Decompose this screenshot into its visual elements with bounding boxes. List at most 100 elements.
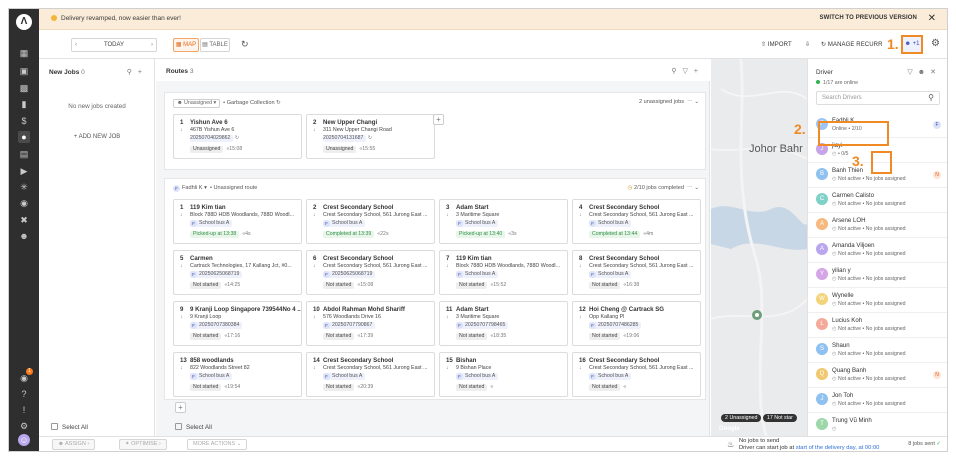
location-pin-icon: ↓ [313, 212, 316, 218]
start-day-link[interactable]: start of the delivery day, at 00:00 [796, 445, 880, 451]
map-area[interactable]: Johor Bahr 2 Unassigned 17 Not star Goog… [711, 59, 807, 436]
add-user-icon[interactable]: ☻ [918, 69, 930, 76]
job-card[interactable]: 7 119 Kim tian ↓ Block 788D HDB Woodlands, … [439, 250, 568, 295]
driver-row[interactable]: A Arsene LOH ◴ Not active • No jobs assign… [808, 213, 947, 238]
job-card[interactable]: 11 Adam Start ↓ 3 Maritime Square F 202507077… [439, 301, 568, 346]
driver-panel-toggle[interactable]: ☻ +1 [901, 35, 923, 54]
search-icon[interactable]: ⚲ [928, 92, 934, 104]
driver-row[interactable]: A Amanda Viljoen ◴ Not active • No jobs as… [808, 238, 947, 263]
help-icon[interactable]: ? [18, 388, 30, 400]
chevron-down-icon[interactable]: ⌄ [694, 99, 699, 105]
job-card[interactable]: 6 Crest Secondary School ↓ Crest Secondary … [306, 250, 435, 295]
map-icon[interactable]: ▦ [18, 47, 30, 59]
table-view-button[interactable]: ▤ TABLE [200, 38, 230, 52]
refresh-icon[interactable]: ↻ [366, 135, 372, 141]
job-card[interactable]: 8 Crest Secondary School ↓ Crest Secondary … [572, 250, 701, 295]
add-route-icon[interactable]: + [175, 402, 186, 413]
job-card[interactable]: 2 Crest Secondary School ↓ Crest Secondary … [306, 199, 435, 244]
dollar-icon[interactable]: $ [18, 115, 30, 127]
driver-row[interactable]: J Jon Toh ◴ Not active • No jobs assigned [808, 388, 947, 413]
job-number: 2 [313, 204, 317, 211]
driver-status-text: Not active • No jobs assigned [837, 301, 906, 307]
checkbox[interactable] [51, 423, 58, 430]
job-card[interactable]: 15 Bishan ↓ 9 Bishan Place F School bus A Not … [439, 352, 568, 397]
optimise-button[interactable]: ✦ OPTIMISE › [119, 439, 167, 450]
grid-icon[interactable]: ▣ [18, 65, 30, 77]
dashboard-icon[interactable]: ▩ [18, 82, 30, 94]
job-chip-text: 20250707486285 [598, 322, 639, 328]
driver-row[interactable]: T Trung Vũ Minh ◴ [808, 413, 947, 436]
refresh-icon[interactable]: ↻ [276, 100, 281, 106]
chevron-down-icon[interactable]: ⌄ [694, 185, 699, 191]
job-card[interactable]: 14 Crest Secondary School ↓ Crest Secondary… [306, 352, 435, 397]
driver-search-input[interactable]: Search Drivers ⚲ [816, 91, 940, 105]
select-all-routes[interactable]: Select All [175, 423, 212, 431]
search-icon[interactable]: ⚲ [671, 68, 682, 75]
assignee-select[interactable]: ☻ Unassigned ▾ [173, 99, 221, 108]
more-icon[interactable]: ⋯ [687, 99, 693, 105]
settings-icon[interactable]: ⚙ [18, 420, 30, 432]
job-card[interactable]: 16 Crest Secondary School ↓ Crest Secondary… [572, 352, 701, 397]
video-icon[interactable]: ▶ [18, 165, 30, 177]
assign-button[interactable]: ☻ ASSIGN › [52, 439, 96, 450]
driver-row[interactable]: Yyilian y ◴ Not active • No jobs assigned [808, 263, 947, 288]
add-icon[interactable]: + [138, 69, 148, 76]
switch-version-link[interactable]: SWITCH TO PREVIOUS VERSION [819, 15, 917, 21]
unassigned-pill[interactable]: 2 Unassigned [721, 414, 762, 422]
not-started-pill[interactable]: 17 Not star [762, 414, 797, 422]
add-new-job-button[interactable]: + ADD NEW JOB [39, 134, 155, 140]
add-job-icon[interactable]: + [433, 114, 444, 125]
calendar-icon[interactable]: ▤ [18, 148, 30, 160]
users-icon[interactable]: ☻ [18, 230, 30, 242]
refresh-icon[interactable]: ↻ [241, 39, 249, 50]
prev-day-icon[interactable]: ‹ [75, 39, 77, 51]
driver-row[interactable]: C Carmen Calisto ◴ Not active • No jobs as… [808, 188, 947, 213]
job-card[interactable]: 3 Adam Start ↓ 3 Maritime Square F School bus… [439, 199, 568, 244]
select-all-new-jobs[interactable]: Select All [51, 423, 88, 431]
close-icon[interactable]: ✕ [930, 69, 941, 76]
route-driver-name[interactable]: Fadhli K [182, 185, 203, 191]
checkbox[interactable] [175, 423, 182, 430]
search-icon[interactable]: ⚲ [127, 69, 138, 76]
app-logo-icon[interactable]: Λ [16, 14, 32, 30]
today-button[interactable]: TODAY [104, 42, 124, 48]
job-card[interactable]: 4 Crest Secondary School ↓ Crest Secondary … [572, 199, 701, 244]
driver-flag-icon: F [933, 121, 941, 129]
driver-status: ◴ Not active • No jobs assigned [832, 226, 906, 232]
close-banner-icon[interactable]: ✕ [928, 13, 936, 24]
job-card[interactable]: 1 119 Kim tian ↓ Block 788D HDB Woodlands, … [173, 199, 302, 244]
user-avatar[interactable]: ☺ [18, 434, 30, 446]
job-card[interactable]: 2 New Upper Changi ↓ 311 New Upper Changi R… [306, 114, 435, 159]
job-card[interactable]: 13 858 woodlands ↓ 822 Woodlands Street 82 F… [173, 352, 302, 397]
next-day-icon[interactable]: › [151, 39, 153, 51]
add-icon[interactable]: + [694, 68, 704, 75]
import-button[interactable]: ⇧ IMPORT [761, 41, 792, 48]
more-icon[interactable]: ⋯ [687, 185, 693, 191]
more-actions-button[interactable]: MORE ACTIONS ⌄ [187, 439, 248, 450]
driver-row[interactable]: Q Quang Banh ◴ Not active • No jobs assign… [808, 363, 947, 388]
driver-row[interactable]: L Lucius Koh ◴ Not active • No jobs assign… [808, 313, 947, 338]
refresh-icon[interactable]: ↻ [233, 135, 239, 141]
info-icon[interactable]: ! [18, 404, 30, 416]
job-card[interactable]: 12 Hoi Cheng @ Cartrack SG ↓ Opp Kallang Pl… [572, 301, 701, 346]
delivery-pin-icon[interactable]: ● [18, 131, 30, 143]
gear-icon[interactable]: ⚙ [931, 38, 940, 49]
job-card[interactable]: 1 Yishun Ave 6 ↓ 467B Yishun Ave 6 202507040… [173, 114, 302, 159]
map-view-button[interactable]: ▦ MAP [173, 38, 199, 52]
filter-icon[interactable]: ▽ [907, 69, 917, 76]
map-legend: 2 Unassigned 17 Not star [721, 414, 797, 422]
satellite-icon[interactable]: ✳ [18, 181, 30, 193]
manage-recurring-button[interactable]: ↻ MANAGE RECURR [821, 41, 883, 48]
filter-icon[interactable]: ▽ [683, 68, 694, 75]
route-header: ☻ Unassigned ▾ • Garbage Collection ↻ [173, 99, 281, 108]
job-card[interactable]: 10 Abdol Rahman Mohd Shariff ↓ 576 Woodland… [306, 301, 435, 346]
camera-icon[interactable]: ◉ [18, 197, 30, 209]
download-icon[interactable]: ⇩ [805, 41, 810, 48]
date-picker[interactable]: ‹ TODAY › [71, 38, 157, 52]
driver-row[interactable]: S Shaun ◴ Not active • No jobs assigned [808, 338, 947, 363]
job-card[interactable]: 5 Carmen ↓ Cartrack Technologies, 17 Kallan… [173, 250, 302, 295]
driver-row[interactable]: W Wynelle ◴ Not active • No jobs assigned [808, 288, 947, 313]
job-card[interactable]: 99 Kranji Loop Singapore 739544No 4 ... ↓… [173, 301, 302, 346]
tools-icon[interactable]: ✖ [18, 214, 30, 226]
chart-icon[interactable]: ▮ [18, 98, 30, 110]
